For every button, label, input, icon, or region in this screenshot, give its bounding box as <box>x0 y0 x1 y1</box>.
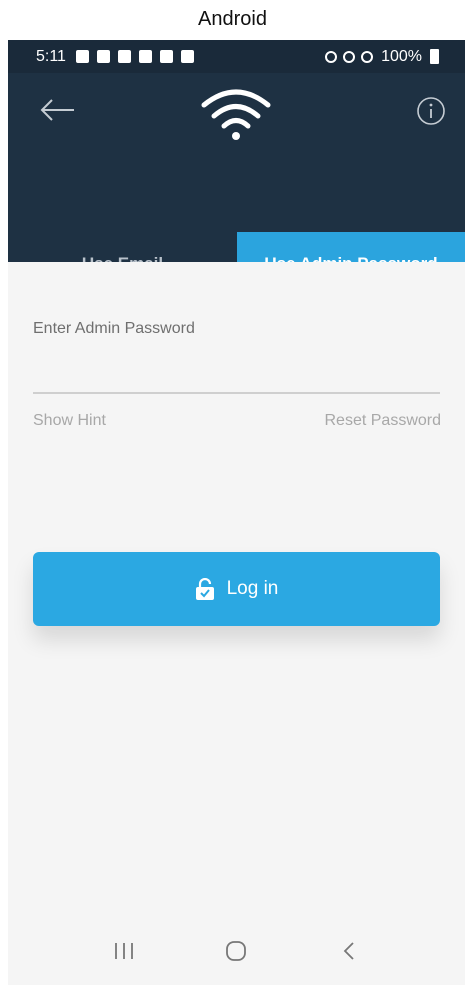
phone-screen: 5:11 100% Enter Admin Password Show Hint… <box>8 40 465 985</box>
password-field-label: Enter Admin Password <box>33 320 195 337</box>
info-icon[interactable] <box>415 95 447 127</box>
alarm-icon <box>325 50 338 63</box>
back-arrow-icon[interactable] <box>38 95 78 125</box>
android-nav-bar <box>8 917 465 985</box>
reset-password-link[interactable]: Reset Password <box>325 412 442 430</box>
status-bar: 5:11 100% <box>8 40 465 73</box>
battery-icon <box>430 49 439 64</box>
show-hint-link[interactable]: Show Hint <box>33 412 106 430</box>
back-icon <box>343 942 354 960</box>
recents-button[interactable] <box>104 931 144 971</box>
home-button[interactable] <box>216 931 256 971</box>
system-icons <box>325 50 374 63</box>
notification-icon <box>138 50 152 63</box>
signal-icon <box>361 50 374 63</box>
notification-icon <box>159 50 173 63</box>
login-form: Enter Admin Password Show Hint Reset Pas… <box>8 262 465 917</box>
admin-password-input[interactable] <box>33 346 440 394</box>
home-icon <box>226 941 247 961</box>
wifi-icon <box>201 89 271 140</box>
login-button-label: Log in <box>226 578 279 599</box>
notification-icon <box>96 50 110 63</box>
notification-icon <box>75 50 89 63</box>
app-header: Use Email Use Admin Password <box>8 73 465 295</box>
bluetooth-icon <box>343 50 356 63</box>
login-button[interactable]: Log in <box>33 552 440 626</box>
mail-icon <box>117 50 131 63</box>
recents-icon <box>115 943 134 959</box>
lock-icon <box>195 578 214 600</box>
notification-icons <box>75 50 194 63</box>
status-time: 5:11 <box>36 47 66 65</box>
notification-icon <box>180 50 194 63</box>
battery-percent: 100% <box>381 47 422 65</box>
nav-back-button[interactable] <box>329 931 369 971</box>
platform-caption: Android <box>198 8 267 30</box>
